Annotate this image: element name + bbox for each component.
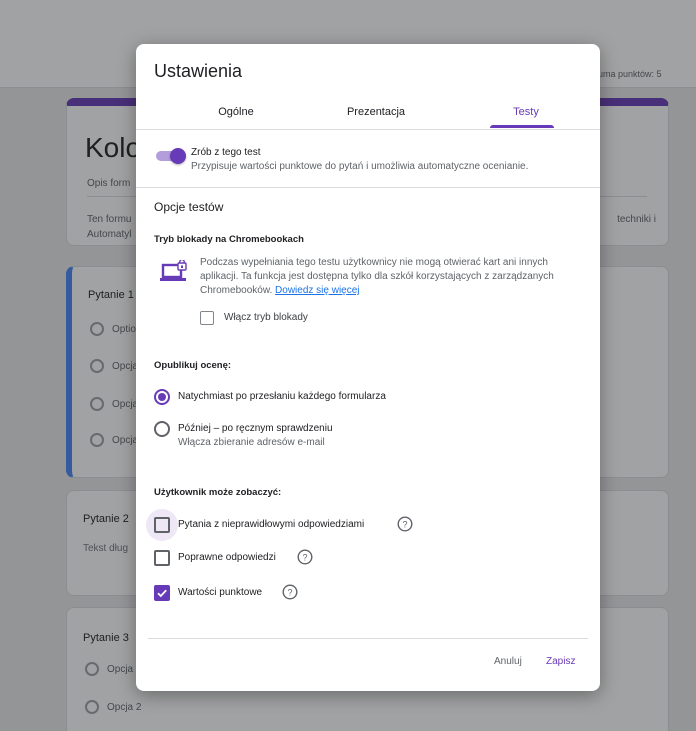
quiz-options-heading: Opcje testów (154, 200, 224, 214)
enable-locked-mode-label: Włącz tryb blokady (224, 312, 308, 323)
save-button[interactable]: Zapisz (546, 656, 575, 667)
correct-answers-label: Poprawne odpowiedzi (178, 552, 276, 563)
release-later-label: Później – po ręcznym sprawdzeniu (178, 423, 333, 434)
tab-general[interactable]: Ogólne (176, 98, 296, 130)
locked-mode-description: Podczas wypełniania tego testu użytkowni… (200, 256, 580, 298)
check-icon (157, 589, 167, 598)
enable-locked-mode-checkbox[interactable] (200, 311, 214, 325)
divider (148, 638, 588, 639)
dialog-title: Ustawienia (154, 61, 243, 81)
help-icon[interactable]: ? (297, 549, 313, 565)
correct-answers-checkbox[interactable] (154, 550, 170, 566)
point-values-checkbox[interactable] (154, 585, 170, 601)
svg-text:?: ? (402, 519, 407, 529)
missed-questions-checkbox[interactable] (154, 517, 170, 533)
respondent-can-see-heading: Użytkownik może zobaczyć: (154, 487, 282, 498)
missed-questions-label: Pytania z nieprawidłowymi odpowiedziami (178, 519, 365, 530)
active-tab-indicator (490, 125, 554, 128)
release-later-description: Włącza zbieranie adresów e-mail (178, 437, 325, 448)
help-icon[interactable]: ? (397, 516, 413, 532)
tab-presentation[interactable]: Prezentacja (316, 98, 436, 130)
release-immediately-radio[interactable] (154, 389, 170, 405)
make-quiz-description: Przypisuje wartości punktowe do pytań i … (191, 161, 529, 172)
make-quiz-toggle[interactable] (156, 148, 186, 164)
release-grade-heading: Opublikuj ocenę: (154, 360, 232, 371)
locked-mode-text: Podczas wypełniania tego testu użytkowni… (200, 257, 554, 296)
make-quiz-label: Zrób z tego test (191, 147, 261, 158)
settings-dialog: Ustawienia Ogólne Prezentacja Testy Zrób… (136, 44, 600, 691)
release-later-radio[interactable] (154, 421, 170, 437)
help-icon[interactable]: ? (282, 584, 298, 600)
divider (136, 187, 600, 188)
locked-mode-heading: Tryb blokady na Chromebookach (154, 234, 304, 245)
chromebook-lock-icon (160, 260, 187, 281)
release-immediately-label: Natychmiast po przesłaniu każdego formul… (178, 391, 386, 402)
svg-text:?: ? (302, 552, 307, 562)
point-values-label: Wartości punktowe (178, 587, 263, 598)
toggle-knob (170, 148, 186, 164)
svg-text:?: ? (287, 587, 292, 597)
cancel-button[interactable]: Anuluj (494, 656, 522, 667)
learn-more-link[interactable]: Dowiedz się więcej (275, 285, 359, 296)
